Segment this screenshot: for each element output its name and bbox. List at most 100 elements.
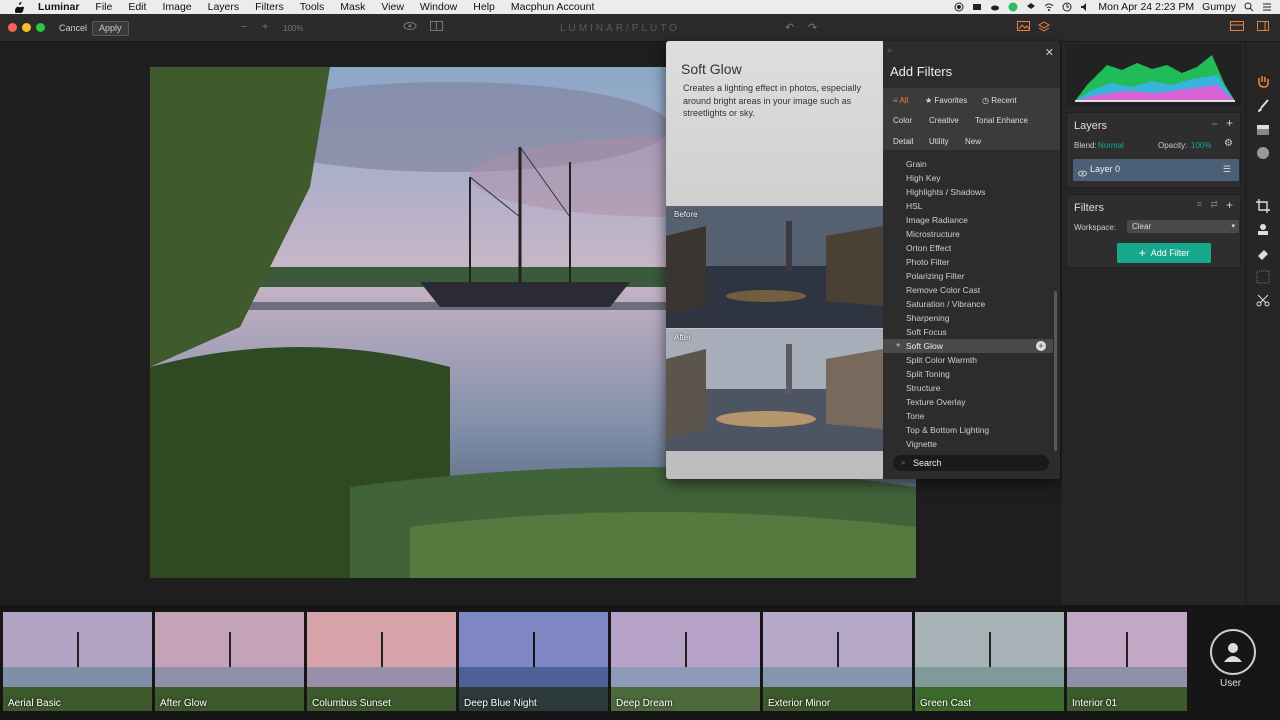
filter-item[interactable]: Top & Bottom Lighting <box>883 423 1053 437</box>
filter-list-scrollbar[interactable] <box>1054 291 1057 451</box>
preset-thumbnail[interactable]: After Glow <box>155 612 304 711</box>
favorite-star-icon[interactable]: ★ <box>895 339 901 353</box>
workspace-select[interactable]: Clear ▾ <box>1127 220 1239 233</box>
filter-item[interactable]: Grain <box>883 157 1053 171</box>
time-machine-icon[interactable] <box>1062 2 1072 12</box>
filter-item[interactable]: Vignette <box>883 437 1053 450</box>
filter-item[interactable]: Remove Color Cast <box>883 283 1053 297</box>
spotlight-icon[interactable] <box>1244 2 1254 12</box>
eye-icon[interactable] <box>403 21 417 34</box>
minimize-window-button[interactable] <box>22 23 31 32</box>
panel-toggle-icon[interactable] <box>1230 21 1244 34</box>
category-detail[interactable]: Detail <box>893 137 913 146</box>
preset-thumbnail[interactable]: Green Cast <box>915 612 1064 711</box>
filter-item[interactable]: Texture Overlay <box>883 395 1053 409</box>
opacity-value[interactable]: 100% <box>1191 141 1211 150</box>
apple-icon[interactable] <box>12 0 26 14</box>
menu-image[interactable]: Image <box>154 0 199 14</box>
filter-item[interactable]: Saturation / Vibrance <box>883 297 1053 311</box>
filter-item-highlighted[interactable]: ★ Soft Glow + <box>883 339 1053 353</box>
user-presets-button[interactable] <box>1210 629 1256 675</box>
filter-item[interactable]: Highlights / Shadows <box>883 185 1053 199</box>
eraser-icon[interactable] <box>1256 247 1270 261</box>
close-window-button[interactable] <box>8 23 17 32</box>
filter-item[interactable]: Tone <box>883 409 1053 423</box>
layer-settings-gear-icon[interactable]: ⚙ <box>1224 138 1233 149</box>
category-favorites[interactable]: ★ Favorites <box>925 96 967 105</box>
sidebar-toggle-icon[interactable] <box>1257 21 1269 34</box>
image-icon[interactable] <box>1017 21 1030 34</box>
close-icon[interactable]: ✕ <box>1045 46 1054 59</box>
volume-icon[interactable] <box>1080 2 1090 12</box>
menu-view[interactable]: View <box>373 0 412 14</box>
gradient-icon[interactable] <box>1256 123 1270 137</box>
layer-adjust-icon[interactable]: ☰ <box>1223 164 1231 175</box>
wifi-icon[interactable] <box>1044 2 1054 12</box>
layer-visibility-eye-icon[interactable] <box>1078 165 1087 183</box>
hand-icon[interactable] <box>1256 74 1270 88</box>
cancel-button[interactable]: Cancel <box>52 21 94 36</box>
collapse-icon[interactable]: » <box>887 45 892 55</box>
preset-thumbnail[interactable]: Aerial Basic <box>3 612 152 711</box>
menu-user[interactable]: Gumpy <box>1202 1 1236 13</box>
preset-thumbnail[interactable]: Deep Blue Night <box>459 612 608 711</box>
filter-item[interactable]: Split Toning <box>883 367 1053 381</box>
filter-list-icon[interactable]: ≡ <box>1197 199 1202 209</box>
add-filter-plus-icon[interactable]: + <box>1226 198 1233 212</box>
filter-sync-icon[interactable]: ⇄ <box>1210 199 1218 210</box>
zoom-window-button[interactable] <box>36 23 45 32</box>
noise-icon[interactable] <box>1256 270 1270 284</box>
filter-search-input[interactable]: ⌕ Search <box>893 455 1049 471</box>
apply-button[interactable]: Apply <box>92 21 129 36</box>
preset-thumbnail[interactable]: Exterior Minor <box>763 612 912 711</box>
add-filter-plus-icon[interactable]: + <box>1036 341 1046 351</box>
layers-icon[interactable] <box>1038 21 1050 36</box>
filter-item[interactable]: Structure <box>883 381 1053 395</box>
scissors-icon[interactable] <box>1256 293 1270 307</box>
crop-icon[interactable] <box>1256 199 1270 213</box>
category-color[interactable]: Color <box>893 116 912 125</box>
filter-item[interactable]: Orton Effect <box>883 241 1053 255</box>
evernote-icon[interactable] <box>1008 2 1018 12</box>
zoom-out-icon[interactable]: − <box>241 21 247 33</box>
blend-mode-value[interactable]: Normal <box>1098 141 1124 150</box>
filter-item[interactable]: Photo Filter <box>883 255 1053 269</box>
category-utility[interactable]: Utility <box>929 137 949 146</box>
radial-mask-icon[interactable] <box>1256 146 1270 160</box>
compare-icon[interactable] <box>430 21 443 34</box>
menu-macphun-account[interactable]: Macphun Account <box>503 0 602 14</box>
filter-item[interactable]: Soft Focus <box>883 325 1053 339</box>
category-creative[interactable]: Creative <box>929 116 959 125</box>
add-layer-icon[interactable]: + <box>1226 116 1233 130</box>
menu-help[interactable]: Help <box>465 0 503 14</box>
record-icon[interactable] <box>954 2 964 12</box>
filter-item[interactable]: Image Radiance <box>883 213 1053 227</box>
remove-layer-icon[interactable]: − <box>1211 117 1218 131</box>
menu-filters[interactable]: Filters <box>247 0 292 14</box>
filter-item[interactable]: Microstructure <box>883 227 1053 241</box>
brush-icon[interactable] <box>1256 99 1270 113</box>
nvidia-icon[interactable] <box>972 2 982 12</box>
category-recent[interactable]: ◷ Recent <box>982 96 1017 105</box>
filter-item[interactable]: Split Color Warmth <box>883 353 1053 367</box>
category-all[interactable]: ≡ All <box>893 96 908 105</box>
menu-mask[interactable]: Mask <box>332 0 373 14</box>
undo-icon[interactable]: ↶ <box>785 21 794 34</box>
zoom-in-icon[interactable]: + <box>262 21 268 33</box>
menu-tools[interactable]: Tools <box>292 0 333 14</box>
add-filter-button[interactable]: + Add Filter <box>1117 243 1211 263</box>
menu-clock[interactable]: Mon Apr 24 2:23 PM <box>1098 1 1194 13</box>
redo-icon[interactable]: ↷ <box>808 21 817 34</box>
cloud-icon[interactable] <box>990 2 1000 12</box>
filter-item[interactable]: Sharpening <box>883 311 1053 325</box>
preset-thumbnail[interactable]: Interior 01 <box>1067 612 1187 711</box>
layer-row[interactable]: Layer 0 ☰ <box>1073 159 1239 181</box>
category-new[interactable]: New <box>965 137 981 146</box>
menu-app-name[interactable]: Luminar <box>26 0 87 14</box>
menu-window[interactable]: Window <box>412 0 465 14</box>
preset-thumbnail[interactable]: Columbus Sunset <box>307 612 456 711</box>
filter-item[interactable]: HSL <box>883 199 1053 213</box>
filter-item[interactable]: High Key <box>883 171 1053 185</box>
notification-center-icon[interactable] <box>1262 2 1272 12</box>
dropbox-icon[interactable] <box>1026 2 1036 12</box>
